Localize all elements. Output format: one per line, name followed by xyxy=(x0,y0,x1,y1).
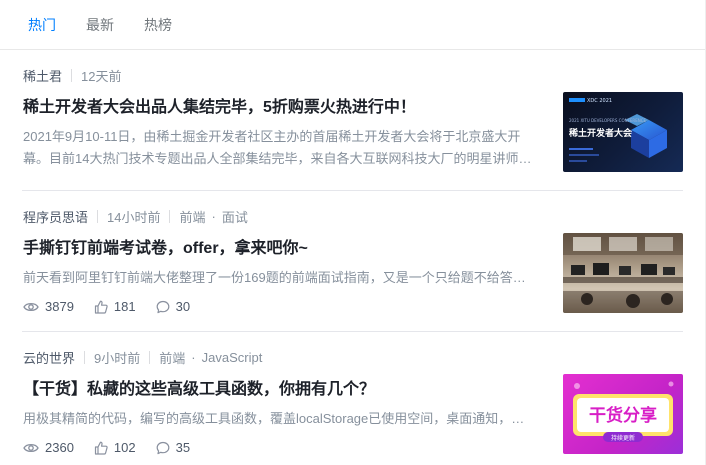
author-name[interactable]: 程序员思语 xyxy=(23,207,88,226)
tag-frontend[interactable]: 前端 xyxy=(159,348,185,367)
article-abstract[interactable]: 前天看到阿里钉钉前端大佬整理了一份169题的前端面试指南，又是一个只给题不给答案… xyxy=(23,267,535,289)
article-meta: 程序员思语 14小时前 前端 · 面试 xyxy=(23,207,248,226)
article-feed: 热门 最新 热榜 稀土君 12天前 稀土开发者大会出品人集结完毕，5折购票火热进… xyxy=(0,0,706,465)
tag-frontend[interactable]: 前端 xyxy=(179,207,205,226)
eye-icon xyxy=(23,302,39,311)
view-count-value: 2360 xyxy=(45,440,74,455)
tag-separator: · xyxy=(191,350,196,365)
meta-divider xyxy=(97,210,99,223)
comment-icon xyxy=(156,441,170,454)
article-title[interactable]: 稀土开发者大会出品人集结完毕，5折购票火热进行中！ xyxy=(23,93,416,117)
view-count: 2360 xyxy=(23,440,74,455)
article-thumbnail[interactable] xyxy=(563,233,683,313)
article-actions: 2360 102 35 xyxy=(23,440,210,455)
comment-count: 30 xyxy=(175,299,191,314)
article-thumbnail[interactable]: XDC 2021 2021 XITU DEVELOPERS CONFERENCE… xyxy=(563,92,683,172)
like-button[interactable]: 102 xyxy=(94,440,136,455)
tab-latest[interactable]: 最新 xyxy=(86,15,114,35)
conference-subtitle: 2021 XITU DEVELOPERS CONFERENCE xyxy=(569,118,647,123)
view-count-value: 3879 xyxy=(45,299,74,314)
eye-icon xyxy=(23,443,39,452)
comment-button[interactable]: 35 xyxy=(156,440,190,455)
office-photo-image xyxy=(563,233,683,313)
thumbs-up-icon xyxy=(94,300,108,314)
conference-banner-image: XDC 2021 2021 XITU DEVELOPERS CONFERENCE… xyxy=(569,98,667,162)
like-count: 102 xyxy=(113,440,136,455)
tag-separator: · xyxy=(211,209,216,224)
conference-title: 稀土开发者大会 xyxy=(569,127,633,139)
article-item[interactable]: 云的世界 9小时前 前端 · JavaScript 【干货】私藏的这些高级工具函… xyxy=(22,332,683,465)
post-time: 9小时前 xyxy=(94,351,141,366)
article-title[interactable]: 【干货】私藏的这些高级工具函数，你拥有几个？ xyxy=(23,375,375,399)
meta-divider xyxy=(84,351,86,364)
tag-javascript[interactable]: JavaScript xyxy=(202,350,263,365)
meta-divider xyxy=(71,69,73,82)
like-count: 181 xyxy=(113,299,136,314)
comment-icon xyxy=(156,300,170,313)
article-title[interactable]: 手撕钉钉前端考试卷，offer，拿来吧你~ xyxy=(23,234,308,258)
comment-button[interactable]: 30 xyxy=(156,299,190,314)
article-abstract[interactable]: 用极其精简的代码，编写的高级工具函数，覆盖localStorage已使用空间，桌… xyxy=(23,408,535,430)
dry-goods-banner-image: 干货分享 持续更新 xyxy=(573,381,674,442)
meta-divider xyxy=(169,210,171,223)
banner-title: 干货分享 xyxy=(589,405,657,426)
tag-interview[interactable]: 面试 xyxy=(222,207,248,226)
view-count: 3879 xyxy=(23,299,74,314)
article-thumbnail[interactable]: 干货分享 持续更新 xyxy=(563,374,683,454)
xdc-logo-mark xyxy=(569,98,585,102)
author-name[interactable]: 稀土君 xyxy=(23,66,62,85)
banner-subtitle: 持续更新 xyxy=(611,434,635,442)
thumbs-up-icon xyxy=(94,441,108,455)
tab-ranking[interactable]: 热榜 xyxy=(144,15,172,35)
feed-tabs: 热门 最新 热榜 xyxy=(0,0,705,50)
article-meta: 稀土君 12天前 xyxy=(23,66,121,85)
article-item[interactable]: 稀土君 12天前 稀土开发者大会出品人集结完毕，5折购票火热进行中！ 2021年… xyxy=(22,50,683,191)
post-time: 14小时前 xyxy=(107,210,161,225)
like-button[interactable]: 181 xyxy=(94,299,136,314)
article-actions: 3879 181 30 xyxy=(23,299,210,314)
author-name[interactable]: 云的世界 xyxy=(23,348,75,367)
article-item[interactable]: 程序员思语 14小时前 前端 · 面试 手撕钉钉前端考试卷，offer，拿来吧你… xyxy=(22,191,683,332)
meta-divider xyxy=(149,351,151,364)
xdc-logo-text: XDC 2021 xyxy=(587,98,612,104)
tab-hot[interactable]: 热门 xyxy=(28,15,56,35)
article-meta: 云的世界 9小时前 前端 · JavaScript xyxy=(23,348,262,367)
article-abstract[interactable]: 2021年9月10-11日，由稀土掘金开发者社区主办的首届稀土开发者大会将于北京… xyxy=(23,126,535,170)
post-time: 12天前 xyxy=(81,69,122,84)
comment-count: 35 xyxy=(175,440,191,455)
